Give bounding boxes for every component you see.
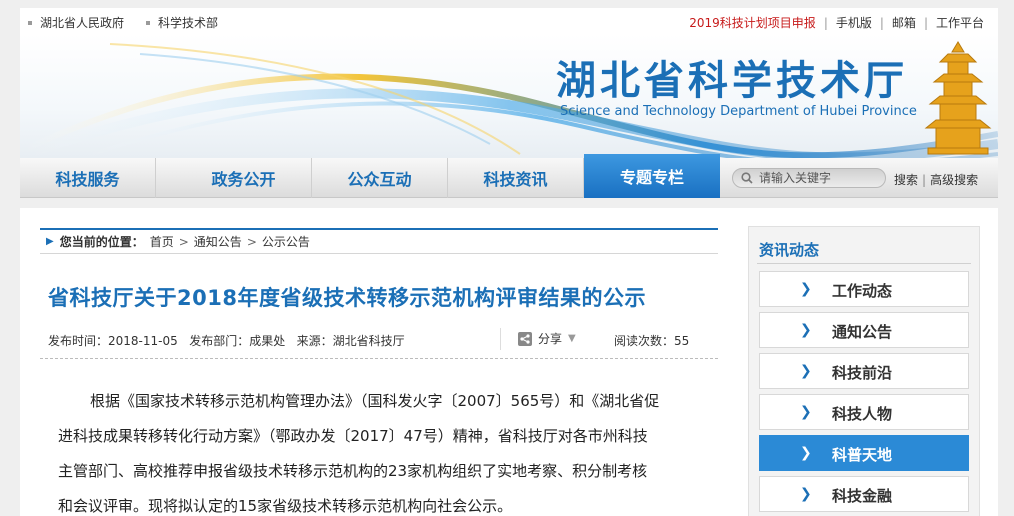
breadcrumb-arrow-icon: ▶ — [46, 236, 54, 247]
site-title: 湖北省科学技术厅 — [556, 57, 908, 104]
content-panel: ▶ 您当前的位置： 首页 > 通知公告 > 公示公告 省科技厅关于2018年度省… — [20, 208, 998, 516]
bullet-icon — [146, 20, 151, 25]
chevron-down-icon: ▼ — [568, 333, 576, 344]
link-project-apply[interactable]: 2019科技计划项目申报 — [689, 14, 816, 31]
sidebar-item-finance[interactable]: ❯ 科技金融 — [759, 476, 969, 512]
separator: | — [923, 15, 928, 30]
site-banner: 湖北省科学技术厅 Science and Technology Departme… — [20, 34, 998, 158]
article-title: 省科技厅关于2018年度省级技术转移示范机构评审结果的公示 — [48, 286, 646, 310]
search-icon — [741, 172, 753, 184]
separator: | — [879, 15, 884, 30]
link-mobile[interactable]: 手机版 — [836, 14, 872, 31]
publish-dept: 发布部门：成果处 — [189, 334, 286, 348]
link-hubei-gov[interactable]: 湖北省人民政府 — [28, 14, 124, 31]
nav-tech-news[interactable]: 科技资讯 — [448, 158, 584, 198]
breadcrumb-notices[interactable]: 通知公告 — [194, 233, 242, 250]
chevron-right-icon: ❯ — [800, 486, 812, 502]
sidebar-item-work-news[interactable]: ❯ 工作动态 — [759, 271, 969, 307]
sidebar: 资讯动态 ❯ 工作动态 ❯ 通知公告 ❯ 科技前沿 ❯ 科技人物 ❯ 科普天地 … — [748, 226, 980, 516]
share-button[interactable]: 分享 ▼ — [518, 330, 576, 347]
breadcrumb: ▶ 您当前的位置： 首页 > 通知公告 > 公示公告 — [40, 228, 718, 254]
publish-date: 发布时间：2018-11-05 — [48, 334, 178, 348]
share-icon — [518, 331, 532, 346]
nav-public-interaction[interactable]: 公众互动 — [312, 158, 448, 198]
article-body: 根据《国家技术转移示范机构管理办法》（国科发火字〔2007〕565号）和《湖北省… — [58, 384, 714, 516]
divider — [500, 328, 501, 350]
chevron-right-icon: ❯ — [800, 445, 812, 461]
body-line: 进科技成果转移转化行动方案》（鄂政办发〔2017〕47号）精神，省科技厅对各市州… — [58, 427, 648, 445]
breadcrumb-sep: > — [178, 234, 189, 249]
meta-divider — [40, 358, 718, 359]
body-line: 根据《国家技术转移示范机构管理办法》（国科发火字〔2007〕565号）和《湖北省… — [90, 392, 660, 410]
body-line: 和会议评审。现将拟认定的15家省级技术转移示范机构向社会公示。 — [58, 497, 513, 515]
chevron-right-icon: ❯ — [800, 322, 812, 338]
yellow-crane-tower-icon — [924, 41, 992, 155]
search-input[interactable] — [759, 171, 879, 185]
nav-gov-affairs[interactable]: 政务公开 — [176, 158, 312, 198]
search-button[interactable]: 搜索 — [894, 171, 918, 188]
search-box — [732, 168, 886, 188]
advanced-search-link[interactable]: 高级搜索 — [930, 171, 978, 188]
breadcrumb-home[interactable]: 首页 — [150, 233, 174, 250]
search-links: 搜索 | 高级搜索 — [894, 171, 978, 188]
chevron-right-icon: ❯ — [800, 404, 812, 420]
sidebar-item-popular-science[interactable]: ❯ 科普天地 — [759, 435, 969, 471]
article-source: 来源：湖北省科技厅 — [296, 334, 405, 348]
top-utility-bar: 湖北省人民政府 科学技术部 2019科技计划项目申报 | 手机版 | 邮箱 | … — [20, 8, 998, 34]
link-mail[interactable]: 邮箱 — [892, 14, 916, 31]
top-left-links: 湖北省人民政府 科学技术部 — [28, 14, 218, 31]
separator: | — [922, 172, 927, 187]
body-line: 主管部门、高校推荐申报省级技术转移示范机构的23家机构组织了实地考察、积分制考核 — [58, 462, 648, 480]
top-right-links: 2019科技计划项目申报 | 手机版 | 邮箱 | 工作平台 — [689, 14, 984, 31]
sidebar-item-people[interactable]: ❯ 科技人物 — [759, 394, 969, 430]
view-count: 阅读次数：55 — [614, 334, 690, 348]
bullet-icon — [28, 20, 32, 25]
breadcrumb-label: 您当前的位置： — [59, 235, 144, 249]
sidebar-item-notices[interactable]: ❯ 通知公告 — [759, 312, 969, 348]
sidebar-item-frontier[interactable]: ❯ 科技前沿 — [759, 353, 969, 389]
sidebar-divider — [757, 263, 971, 264]
nav-tech-services[interactable]: 科技服务 — [20, 158, 156, 198]
site-subtitle: Science and Technology Department of Hub… — [560, 104, 917, 119]
nav-special-topics[interactable]: 专题专栏 — [584, 154, 720, 198]
separator: | — [823, 15, 828, 30]
main-nav: 科技服务 政务公开 公众互动 科技资讯 专题专栏 搜索 | 高级搜索 — [20, 154, 998, 198]
link-most[interactable]: 科学技术部 — [146, 14, 218, 31]
link-work-platform[interactable]: 工作平台 — [936, 14, 984, 31]
breadcrumb-announcements[interactable]: 公示公告 — [262, 233, 310, 250]
share-label: 分享 — [538, 332, 563, 346]
breadcrumb-sep: > — [246, 234, 257, 249]
meta-info: 发布时间：2018-11-05 发布部门：成果处 来源：湖北省科技厅 — [48, 332, 405, 349]
chevron-right-icon: ❯ — [800, 281, 812, 297]
sidebar-title: 资讯动态 — [759, 241, 820, 259]
chevron-right-icon: ❯ — [800, 363, 812, 379]
